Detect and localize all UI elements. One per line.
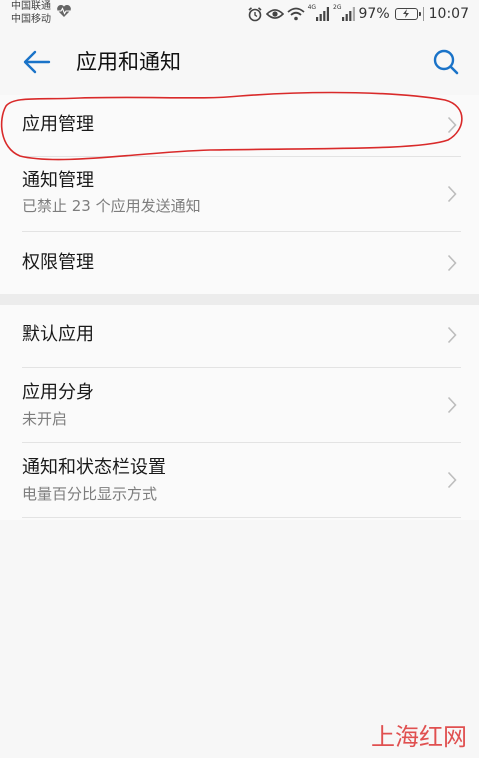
wifi-icon: [286, 7, 305, 21]
list-item-title: 权限管理: [22, 252, 94, 273]
list-item-notification-management[interactable]: 通知管理 已禁止 23 个应用发送通知: [0, 157, 479, 231]
chevron-right-icon: [447, 326, 457, 344]
list-item-title: 通知管理: [22, 170, 94, 191]
list-item-subtitle: 已禁止 23 个应用发送通知: [22, 197, 201, 215]
chevron-right-icon: [447, 116, 457, 134]
list-item-subtitle: 电量百分比显示方式: [22, 485, 158, 503]
list-item-title: 通知和状态栏设置: [22, 457, 166, 478]
list-item-subtitle: 未开启: [22, 410, 68, 428]
list-item-app-twin[interactable]: 应用分身 未开启: [0, 368, 479, 442]
status-bar: 中国联通 中国移动 4G 2G 97% 10:07: [0, 0, 479, 28]
carrier-1-label: 中国联通: [11, 1, 51, 12]
heart-icon: [57, 4, 71, 17]
chevron-right-icon: [447, 254, 457, 272]
clock-time: 10:07: [428, 6, 469, 22]
chevron-right-icon: [447, 185, 457, 203]
page-title: 应用和通知: [76, 50, 181, 74]
network-type-1: 4G: [307, 4, 317, 11]
settings-group-advanced: 默认应用 应用分身 未开启 通知和状态栏设置 电量百分比显示方式: [0, 305, 479, 520]
back-arrow-icon[interactable]: [22, 48, 52, 76]
search-icon[interactable]: [431, 47, 461, 77]
chevron-right-icon: [447, 471, 457, 489]
status-icons: 4G 2G 97% 10:07: [247, 4, 469, 24]
signal-1-icon: [316, 7, 330, 21]
battery-percent: 97%: [358, 6, 390, 22]
settings-group-apps: 应用管理 通知管理 已禁止 23 个应用发送通知 权限管理: [0, 95, 479, 295]
battery-icon: [394, 8, 421, 20]
carrier-2-label: 中国移动: [11, 14, 51, 25]
signal-2-icon: [341, 7, 355, 21]
list-item-notification-statusbar-settings[interactable]: 通知和状态栏设置 电量百分比显示方式: [0, 443, 479, 517]
list-item-title: 默认应用: [22, 324, 94, 345]
chevron-right-icon: [447, 396, 457, 414]
list-item-permission-management[interactable]: 权限管理: [0, 232, 479, 295]
app-bar: 应用和通知: [0, 34, 479, 90]
alarm-clock-icon: [248, 7, 262, 22]
list-item-default-apps[interactable]: 默认应用: [0, 305, 479, 367]
status-separator: [422, 7, 424, 21]
watermark: 上海红网: [371, 723, 467, 751]
list-item-app-management[interactable]: 应用管理: [0, 95, 479, 155]
divider: [22, 517, 461, 518]
list-item-title: 应用管理: [22, 114, 94, 135]
list-item-title: 应用分身: [22, 382, 94, 403]
eye-comfort-icon: [265, 9, 284, 19]
carrier-labels: 中国联通 中国移动: [11, 0, 51, 26]
network-type-2: 2G: [333, 4, 342, 11]
